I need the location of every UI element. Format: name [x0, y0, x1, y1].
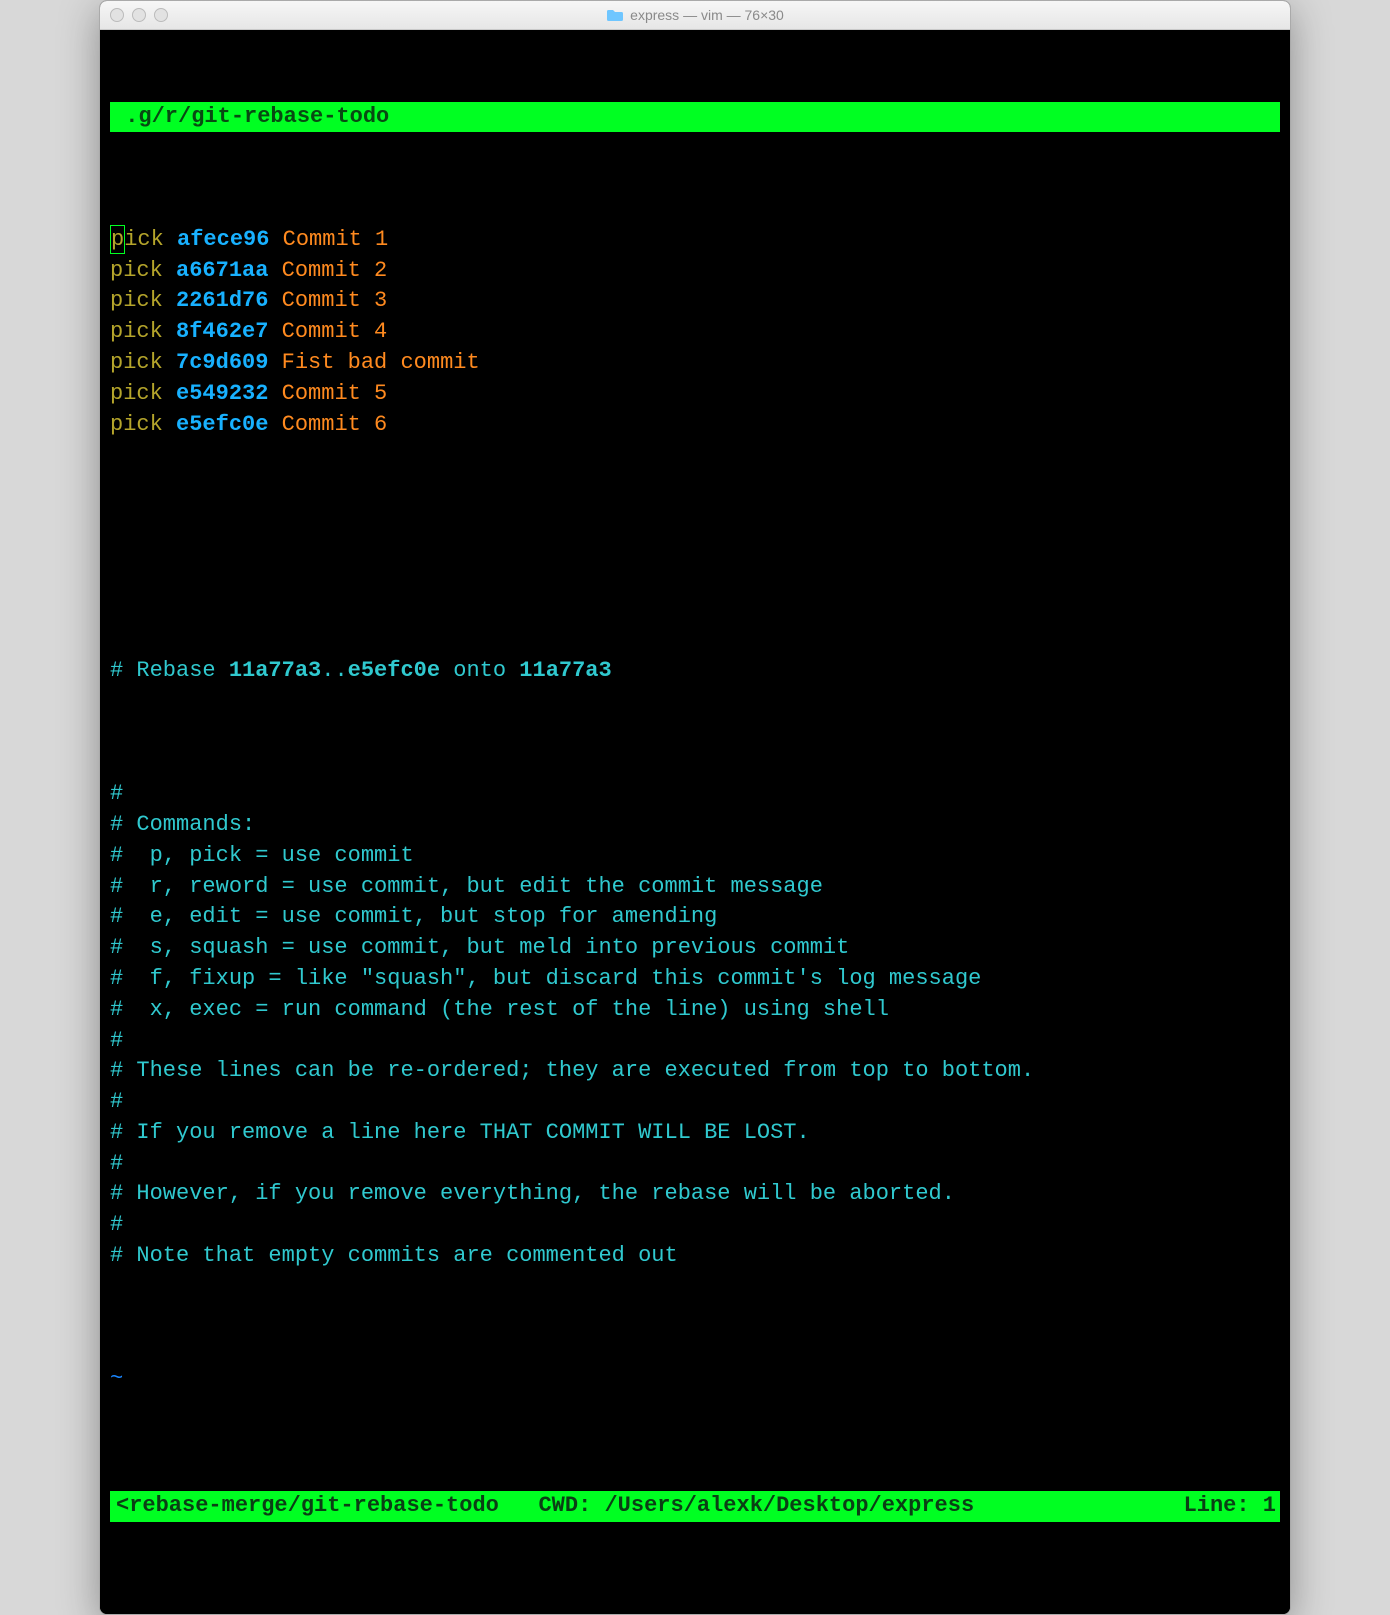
rebase-commit-line: pick afece96 Commit 1 [110, 225, 1280, 256]
vim-tab-label: .g/r/git-rebase-todo [125, 104, 389, 129]
folder-icon [606, 8, 624, 22]
vim-statusbar: <rebase-merge/git-rebase-todo CWD: /User… [110, 1491, 1280, 1522]
blank-line [110, 533, 1280, 564]
help-line: # [110, 1087, 1280, 1118]
commit-message: Commit 6 [282, 412, 388, 437]
commit-hash: 7c9d609 [176, 350, 268, 375]
help-line: # r, reword = use commit, but edit the c… [110, 872, 1280, 903]
help-line: # f, fixup = like "squash", but discard … [110, 964, 1280, 995]
status-left: <rebase-merge/git-rebase-todo CWD: /User… [116, 1491, 974, 1522]
vim-eob-tilde: ~ [110, 1364, 1280, 1395]
vim-tab-active[interactable]: .g/r/git-rebase-todo [110, 102, 408, 133]
commit-hash: e5efc0e [176, 412, 268, 437]
commit-hash: afece96 [177, 227, 269, 252]
vim-cursor: p [110, 225, 125, 255]
rebase-commit-line: pick 2261d76 Commit 3 [110, 286, 1280, 317]
help-line: # [110, 779, 1280, 810]
rebase-help-text: ## Commands:# p, pick = use commit# r, r… [110, 779, 1280, 1272]
help-line: # [110, 1149, 1280, 1180]
close-icon[interactable] [110, 8, 124, 22]
help-line: # If you remove a line here THAT COMMIT … [110, 1118, 1280, 1149]
title-center: express — vim — 76×30 [100, 7, 1290, 23]
status-right: Line: 1 [1184, 1491, 1276, 1522]
help-line: # s, squash = use commit, but meld into … [110, 933, 1280, 964]
window-title: express — vim — 76×30 [630, 7, 784, 23]
commit-message: Commit 4 [282, 319, 388, 344]
rebase-commit-list: pick afece96 Commit 1pick a6671aa Commit… [110, 225, 1280, 441]
rebase-commit-line: pick a6671aa Commit 2 [110, 256, 1280, 287]
commit-hash: 2261d76 [176, 288, 268, 313]
help-line: # However, if you remove everything, the… [110, 1179, 1280, 1210]
commit-message: Commit 3 [282, 288, 388, 313]
help-line: # x, exec = run command (the rest of the… [110, 995, 1280, 1026]
help-line: # Note that empty commits are commented … [110, 1241, 1280, 1272]
help-line: # p, pick = use commit [110, 841, 1280, 872]
commit-hash: 8f462e7 [176, 319, 268, 344]
terminal-window: express — vim — 76×30 .g/r/git-rebase-to… [99, 0, 1291, 1615]
zoom-icon[interactable] [154, 8, 168, 22]
vim-tabbar: .g/r/git-rebase-todo [110, 102, 1280, 133]
commit-message: Fist bad commit [282, 350, 480, 375]
commit-message: Commit 5 [282, 381, 388, 406]
window-controls [110, 8, 168, 22]
vim-tab-fill [408, 102, 1280, 133]
help-line: # e, edit = use commit, but stop for ame… [110, 902, 1280, 933]
help-line: # [110, 1210, 1280, 1241]
help-line: # [110, 1026, 1280, 1057]
commit-message: Commit 2 [282, 258, 388, 283]
rebase-commit-line: pick 8f462e7 Commit 4 [110, 317, 1280, 348]
minimize-icon[interactable] [132, 8, 146, 22]
commit-hash: a6671aa [176, 258, 268, 283]
rebase-commit-line: pick 7c9d609 Fist bad commit [110, 348, 1280, 379]
commit-hash: e549232 [176, 381, 268, 406]
rebase-commit-line: pick e549232 Commit 5 [110, 379, 1280, 410]
rebase-commit-line: pick e5efc0e Commit 6 [110, 410, 1280, 441]
commit-message: Commit 1 [283, 227, 389, 252]
titlebar[interactable]: express — vim — 76×30 [100, 1, 1290, 30]
help-line: # These lines can be re-ordered; they ar… [110, 1056, 1280, 1087]
rebase-summary-line: # Rebase 11a77a3..e5efc0e onto 11a77a3 [110, 656, 1280, 687]
help-line: # Commands: [110, 810, 1280, 841]
terminal-viewport[interactable]: .g/r/git-rebase-todo pick afece96 Commit… [100, 30, 1290, 1614]
